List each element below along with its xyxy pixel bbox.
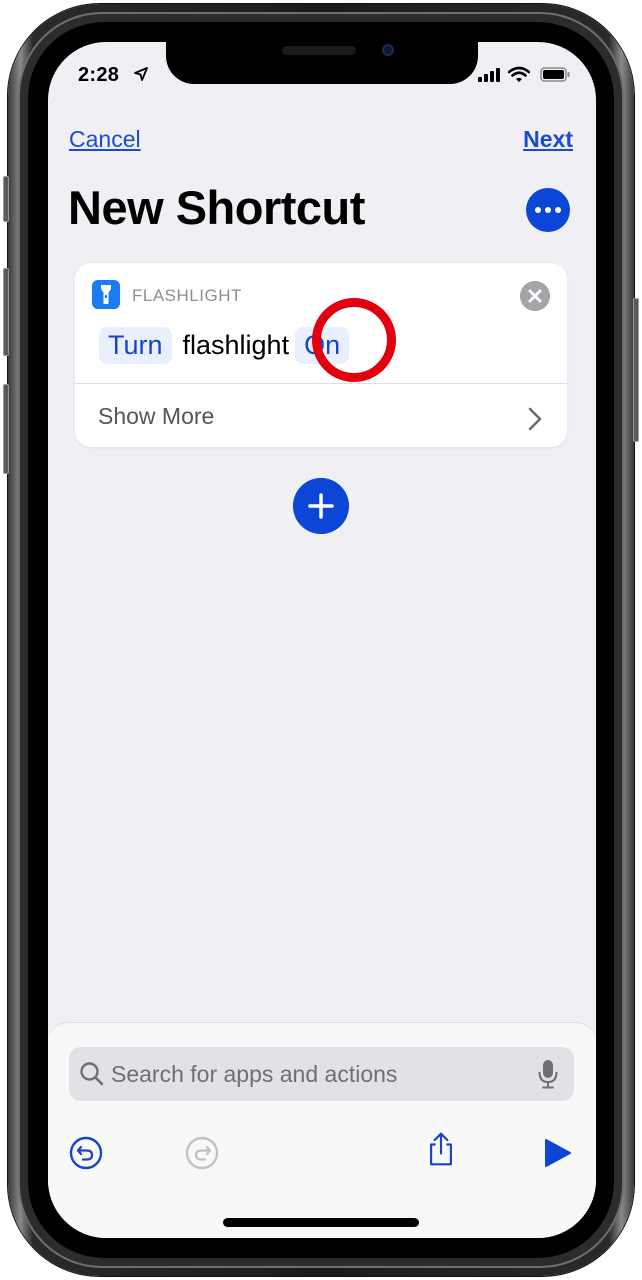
battery-icon <box>540 67 570 82</box>
volume-up-button <box>3 268 9 356</box>
search-input[interactable] <box>111 1059 521 1089</box>
volume-down-button <box>3 384 9 474</box>
page-title: New Shortcut <box>68 181 365 234</box>
ellipsis-icon-dot <box>555 207 561 213</box>
turn-parameter-token[interactable]: Turn <box>99 326 172 364</box>
cancel-button[interactable]: Cancel <box>69 126 141 153</box>
wifi-icon <box>508 66 530 82</box>
show-more-button[interactable]: Show More <box>98 403 214 430</box>
home-indicator[interactable] <box>223 1218 419 1227</box>
notch <box>166 42 478 84</box>
location-arrow-icon <box>134 67 148 81</box>
next-button[interactable]: Next <box>523 126 573 153</box>
side-button <box>633 298 639 442</box>
ellipsis-icon-dot <box>545 207 551 213</box>
share-icon[interactable] <box>423 1131 459 1167</box>
action-app-label: FLASHLIGHT <box>132 286 242 305</box>
speaker <box>282 46 356 55</box>
chevron-right-icon[interactable] <box>525 405 545 433</box>
ellipsis-icon-dot <box>535 207 541 213</box>
flashlight-icon <box>92 280 120 309</box>
red-circle-annotation <box>312 298 396 382</box>
status-time: 2:28 <box>78 64 120 86</box>
microphone-icon[interactable] <box>537 1059 559 1089</box>
card-divider <box>75 383 567 384</box>
search-icon <box>80 1062 104 1086</box>
more-options-button[interactable] <box>526 188 570 232</box>
action-search-sheet <box>48 1022 596 1238</box>
action-static-text: flashlight <box>182 329 290 360</box>
undo-icon[interactable] <box>68 1135 104 1171</box>
screen: 2:28 Cancel Next New Shortcut FLASHLIGHT <box>48 42 596 1238</box>
play-icon[interactable] <box>543 1137 573 1169</box>
close-icon[interactable] <box>520 281 550 311</box>
redo-icon[interactable] <box>184 1135 220 1171</box>
mute-switch <box>3 176 9 222</box>
search-bar[interactable] <box>69 1047 574 1101</box>
front-camera <box>382 44 394 56</box>
action-card-flashlight: FLASHLIGHT Turn flashlight On Show More <box>75 263 567 447</box>
add-action-button[interactable] <box>293 478 349 534</box>
cellular-signal-icon <box>478 68 500 82</box>
